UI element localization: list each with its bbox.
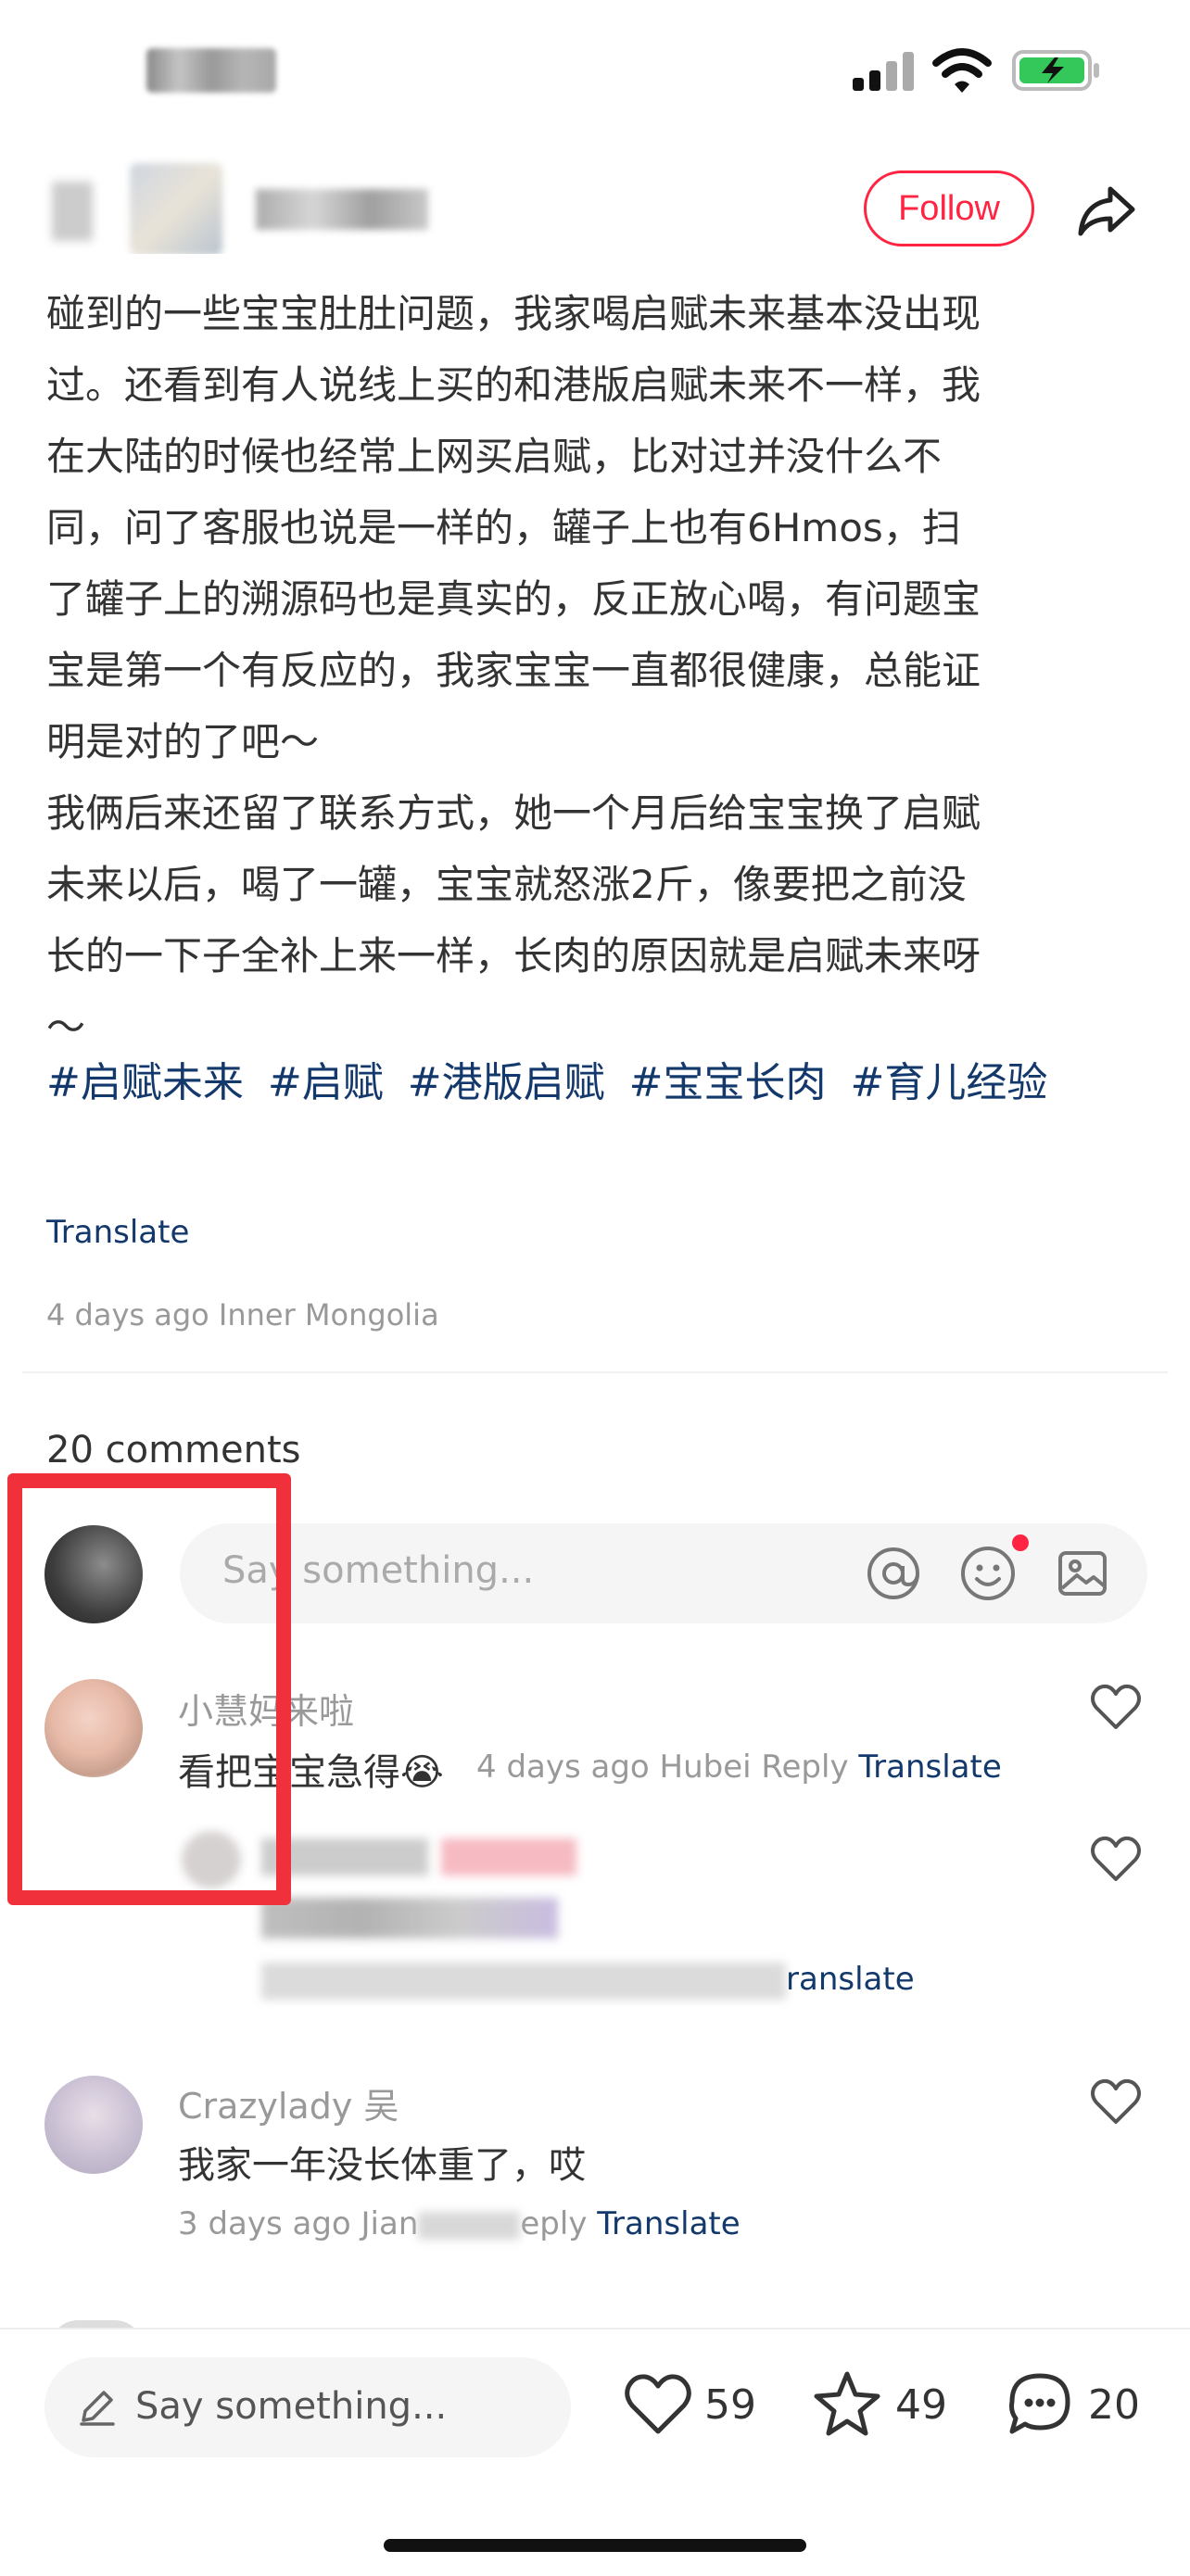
post-body: 碰到的一些宝宝肚肚问题，我家喝启赋未来基本没出现 过。还看到有人说线上买的和港版… — [46, 278, 1144, 1063]
translate-link[interactable]: Translate — [46, 1214, 189, 1251]
reply-tag-blurred — [441, 1838, 576, 1875]
comment-icon[interactable] — [1005, 2368, 1075, 2439]
divider — [22, 1371, 1168, 1373]
bottom-input-placeholder[interactable]: Say something... — [135, 2385, 447, 2428]
reply-link[interactable]: eply — [520, 2205, 587, 2242]
image-icon[interactable] — [1053, 1544, 1112, 1603]
hashtag-list: #启赋未来 #启赋 #港版启赋 #宝宝长肉 #育儿经验 — [46, 1047, 1149, 1119]
location-blurred — [418, 2211, 521, 2240]
post-line: 长的一下子全补上来一样，长肉的原因就是启赋未来呀 — [46, 933, 981, 979]
post-line: 碰到的一些宝宝肚肚问题，我家喝启赋未来基本没出现 — [46, 291, 981, 336]
post-line: 在大陆的时候也经常上网买启赋，比对过并没什么不 — [46, 434, 943, 479]
comment-meta: ranslate — [786, 1961, 915, 1998]
follow-button[interactable]: Follow — [864, 170, 1034, 246]
like-count: 59 — [704, 2381, 756, 2429]
post-line: 未来以后，喝了一罐，宝宝就怒涨2斤，像要把之前没 — [46, 862, 967, 907]
star-icon[interactable] — [812, 2368, 882, 2439]
translate-link[interactable]: ranslate — [786, 1961, 915, 1998]
comment-count-bottom: 20 — [1088, 2381, 1140, 2429]
notification-dot — [1012, 1534, 1029, 1551]
author-name[interactable] — [256, 189, 428, 230]
comment-text: 我家一年没长体重了，哎 — [178, 2144, 586, 2187]
battery-icon — [1012, 50, 1099, 91]
share-icon[interactable] — [1073, 176, 1140, 243]
star-count: 49 — [895, 2381, 947, 2429]
heart-icon[interactable] — [1090, 1835, 1142, 1883]
hashtag-link[interactable]: #港版启赋 — [408, 1059, 605, 1106]
annotation-highlight-box — [7, 1473, 291, 1905]
status-time-blurred — [146, 48, 276, 93]
post-line: 宝是第一个有反应的，我家宝宝一直都很健康，总能证 — [46, 648, 981, 693]
reply-text-blurred — [261, 1898, 558, 1938]
reply-meta-blurred — [261, 1963, 786, 2000]
post-line: 过。还看到有人说线上买的和港版启赋未来不一样，我 — [46, 362, 981, 408]
at-icon[interactable] — [864, 1544, 923, 1603]
translate-link[interactable]: Translate — [858, 1749, 1001, 1786]
reply-link[interactable]: Reply — [761, 1749, 848, 1786]
post-line: 同，问了客服也说是一样的，罐子上也有6Hmos，扫 — [46, 505, 961, 550]
commenter-name[interactable]: Crazylady 吴 — [178, 2077, 399, 2128]
post-line: 我俩后来还留了联系方式，她一个月后给宝宝换了启赋 — [46, 790, 981, 836]
comment-meta: 4 days ago Hubei Reply Translate — [476, 1749, 1002, 1786]
author-avatar[interactable] — [130, 163, 222, 256]
home-indicator — [384, 2539, 806, 2552]
heart-icon[interactable] — [1090, 1683, 1142, 1731]
hashtag-link[interactable]: #宝宝长肉 — [629, 1059, 827, 1106]
hashtag-link[interactable]: #启赋 — [268, 1059, 384, 1106]
comment-count: 20 comments — [46, 1429, 301, 1471]
crying-emoji-icon: 😭 — [400, 1751, 444, 1794]
wifi-icon — [932, 48, 992, 93]
comment-time: 3 days ago Jian — [178, 2205, 419, 2242]
back-button[interactable] — [52, 182, 93, 241]
commenter-avatar[interactable] — [44, 2076, 143, 2174]
heart-icon[interactable] — [623, 2370, 693, 2441]
comment-meta: 3 days ago Jian eply Translate — [178, 2205, 741, 2242]
scroll-clip — [0, 254, 1190, 287]
signal-icon — [853, 52, 914, 91]
post-line: 明是对的了吧～ — [46, 719, 320, 764]
heart-icon[interactable] — [1090, 2077, 1142, 2126]
translate-link[interactable]: Translate — [597, 2205, 740, 2242]
hashtag-link[interactable]: #育儿经验 — [851, 1059, 1048, 1106]
post-meta: 4 days ago Inner Mongolia — [46, 1297, 439, 1332]
post-line: 了罐子上的溯源码也是真实的，反正放心喝，有问题宝 — [46, 576, 981, 622]
hashtag-link[interactable]: #启赋未来 — [46, 1059, 244, 1106]
pencil-icon — [80, 2391, 115, 2426]
emoji-icon[interactable] — [958, 1544, 1018, 1603]
comment-time: 4 days ago Hubei — [476, 1749, 752, 1786]
